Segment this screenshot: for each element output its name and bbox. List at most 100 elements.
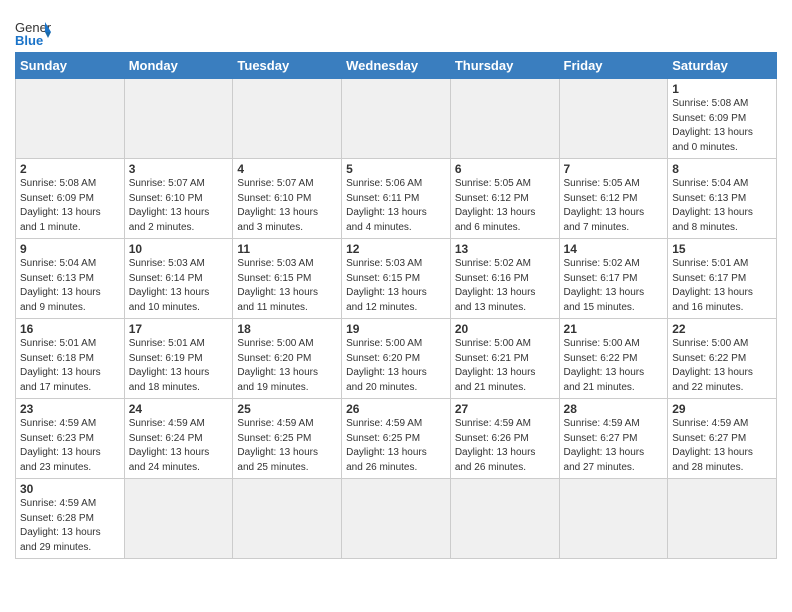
day-sun-info: Sunrise: 5:05 AM Sunset: 6:12 PM Dayligh… xyxy=(455,177,555,235)
day-number: 26 xyxy=(346,402,446,416)
calendar-cell: 21Sunrise: 5:00 AM Sunset: 6:22 PM Dayli… xyxy=(559,319,668,399)
day-of-week-header: Tuesday xyxy=(233,53,342,79)
calendar-cell: 26Sunrise: 4:59 AM Sunset: 6:25 PM Dayli… xyxy=(342,399,451,479)
calendar-week-row: 16Sunrise: 5:01 AM Sunset: 6:18 PM Dayli… xyxy=(16,319,777,399)
day-sun-info: Sunrise: 5:08 AM Sunset: 6:09 PM Dayligh… xyxy=(20,177,120,235)
calendar-cell xyxy=(559,79,668,159)
calendar-cell xyxy=(233,79,342,159)
day-number: 15 xyxy=(672,242,772,256)
calendar-cell: 7Sunrise: 5:05 AM Sunset: 6:12 PM Daylig… xyxy=(559,159,668,239)
day-number: 27 xyxy=(455,402,555,416)
day-of-week-header: Sunday xyxy=(16,53,125,79)
logo: General Blue xyxy=(15,18,51,46)
day-number: 28 xyxy=(564,402,664,416)
day-sun-info: Sunrise: 5:03 AM Sunset: 6:14 PM Dayligh… xyxy=(129,257,229,315)
calendar-cell: 11Sunrise: 5:03 AM Sunset: 6:15 PM Dayli… xyxy=(233,239,342,319)
calendar-table: SundayMondayTuesdayWednesdayThursdayFrid… xyxy=(15,52,777,559)
day-number: 11 xyxy=(237,242,337,256)
calendar-week-row: 1Sunrise: 5:08 AM Sunset: 6:09 PM Daylig… xyxy=(16,79,777,159)
day-sun-info: Sunrise: 5:01 AM Sunset: 6:18 PM Dayligh… xyxy=(20,337,120,395)
calendar-cell: 12Sunrise: 5:03 AM Sunset: 6:15 PM Dayli… xyxy=(342,239,451,319)
calendar-cell xyxy=(124,479,233,559)
day-number: 14 xyxy=(564,242,664,256)
day-number: 16 xyxy=(20,322,120,336)
calendar-cell: 23Sunrise: 4:59 AM Sunset: 6:23 PM Dayli… xyxy=(16,399,125,479)
calendar-week-row: 2Sunrise: 5:08 AM Sunset: 6:09 PM Daylig… xyxy=(16,159,777,239)
day-sun-info: Sunrise: 5:00 AM Sunset: 6:20 PM Dayligh… xyxy=(346,337,446,395)
day-number: 2 xyxy=(20,162,120,176)
day-sun-info: Sunrise: 4:59 AM Sunset: 6:24 PM Dayligh… xyxy=(129,417,229,475)
calendar-cell: 16Sunrise: 5:01 AM Sunset: 6:18 PM Dayli… xyxy=(16,319,125,399)
calendar-cell: 24Sunrise: 4:59 AM Sunset: 6:24 PM Dayli… xyxy=(124,399,233,479)
day-number: 30 xyxy=(20,482,120,496)
day-sun-info: Sunrise: 4:59 AM Sunset: 6:28 PM Dayligh… xyxy=(20,497,120,555)
day-sun-info: Sunrise: 5:00 AM Sunset: 6:22 PM Dayligh… xyxy=(672,337,772,395)
calendar-week-row: 9Sunrise: 5:04 AM Sunset: 6:13 PM Daylig… xyxy=(16,239,777,319)
page-header: General Blue xyxy=(15,10,777,46)
calendar-cell: 25Sunrise: 4:59 AM Sunset: 6:25 PM Dayli… xyxy=(233,399,342,479)
day-sun-info: Sunrise: 5:07 AM Sunset: 6:10 PM Dayligh… xyxy=(129,177,229,235)
day-number: 3 xyxy=(129,162,229,176)
calendar-cell xyxy=(559,479,668,559)
calendar-cell: 22Sunrise: 5:00 AM Sunset: 6:22 PM Dayli… xyxy=(668,319,777,399)
day-number: 18 xyxy=(237,322,337,336)
calendar-cell xyxy=(16,79,125,159)
day-of-week-header: Wednesday xyxy=(342,53,451,79)
day-number: 19 xyxy=(346,322,446,336)
calendar-cell: 20Sunrise: 5:00 AM Sunset: 6:21 PM Dayli… xyxy=(450,319,559,399)
calendar-cell: 2Sunrise: 5:08 AM Sunset: 6:09 PM Daylig… xyxy=(16,159,125,239)
calendar-cell: 9Sunrise: 5:04 AM Sunset: 6:13 PM Daylig… xyxy=(16,239,125,319)
day-of-week-header: Monday xyxy=(124,53,233,79)
calendar-cell xyxy=(124,79,233,159)
day-sun-info: Sunrise: 5:04 AM Sunset: 6:13 PM Dayligh… xyxy=(20,257,120,315)
day-of-week-header: Friday xyxy=(559,53,668,79)
day-sun-info: Sunrise: 5:01 AM Sunset: 6:19 PM Dayligh… xyxy=(129,337,229,395)
day-sun-info: Sunrise: 4:59 AM Sunset: 6:25 PM Dayligh… xyxy=(346,417,446,475)
calendar-cell: 27Sunrise: 4:59 AM Sunset: 6:26 PM Dayli… xyxy=(450,399,559,479)
day-of-week-header: Thursday xyxy=(450,53,559,79)
day-number: 7 xyxy=(564,162,664,176)
calendar-cell xyxy=(233,479,342,559)
svg-text:Blue: Blue xyxy=(15,33,43,46)
calendar-cell: 15Sunrise: 5:01 AM Sunset: 6:17 PM Dayli… xyxy=(668,239,777,319)
calendar-cell: 14Sunrise: 5:02 AM Sunset: 6:17 PM Dayli… xyxy=(559,239,668,319)
day-number: 12 xyxy=(346,242,446,256)
day-sun-info: Sunrise: 4:59 AM Sunset: 6:26 PM Dayligh… xyxy=(455,417,555,475)
day-number: 23 xyxy=(20,402,120,416)
calendar-cell xyxy=(450,479,559,559)
day-sun-info: Sunrise: 5:02 AM Sunset: 6:17 PM Dayligh… xyxy=(564,257,664,315)
day-sun-info: Sunrise: 5:04 AM Sunset: 6:13 PM Dayligh… xyxy=(672,177,772,235)
day-number: 22 xyxy=(672,322,772,336)
day-number: 1 xyxy=(672,82,772,96)
day-number: 29 xyxy=(672,402,772,416)
day-number: 21 xyxy=(564,322,664,336)
day-sun-info: Sunrise: 5:07 AM Sunset: 6:10 PM Dayligh… xyxy=(237,177,337,235)
header-row: SundayMondayTuesdayWednesdayThursdayFrid… xyxy=(16,53,777,79)
day-sun-info: Sunrise: 4:59 AM Sunset: 6:25 PM Dayligh… xyxy=(237,417,337,475)
calendar-cell xyxy=(450,79,559,159)
day-number: 24 xyxy=(129,402,229,416)
calendar-cell: 10Sunrise: 5:03 AM Sunset: 6:14 PM Dayli… xyxy=(124,239,233,319)
day-of-week-header: Saturday xyxy=(668,53,777,79)
day-sun-info: Sunrise: 4:59 AM Sunset: 6:27 PM Dayligh… xyxy=(672,417,772,475)
day-number: 25 xyxy=(237,402,337,416)
day-sun-info: Sunrise: 5:00 AM Sunset: 6:20 PM Dayligh… xyxy=(237,337,337,395)
day-number: 8 xyxy=(672,162,772,176)
day-number: 20 xyxy=(455,322,555,336)
calendar-cell: 6Sunrise: 5:05 AM Sunset: 6:12 PM Daylig… xyxy=(450,159,559,239)
day-sun-info: Sunrise: 5:05 AM Sunset: 6:12 PM Dayligh… xyxy=(564,177,664,235)
day-sun-info: Sunrise: 5:01 AM Sunset: 6:17 PM Dayligh… xyxy=(672,257,772,315)
day-number: 9 xyxy=(20,242,120,256)
day-number: 10 xyxy=(129,242,229,256)
calendar-cell xyxy=(668,479,777,559)
calendar-cell: 4Sunrise: 5:07 AM Sunset: 6:10 PM Daylig… xyxy=(233,159,342,239)
calendar-cell: 8Sunrise: 5:04 AM Sunset: 6:13 PM Daylig… xyxy=(668,159,777,239)
calendar-cell: 19Sunrise: 5:00 AM Sunset: 6:20 PM Dayli… xyxy=(342,319,451,399)
calendar-cell: 1Sunrise: 5:08 AM Sunset: 6:09 PM Daylig… xyxy=(668,79,777,159)
calendar-cell: 3Sunrise: 5:07 AM Sunset: 6:10 PM Daylig… xyxy=(124,159,233,239)
day-sun-info: Sunrise: 5:00 AM Sunset: 6:22 PM Dayligh… xyxy=(564,337,664,395)
calendar-cell: 29Sunrise: 4:59 AM Sunset: 6:27 PM Dayli… xyxy=(668,399,777,479)
calendar-cell: 18Sunrise: 5:00 AM Sunset: 6:20 PM Dayli… xyxy=(233,319,342,399)
calendar-cell xyxy=(342,479,451,559)
day-sun-info: Sunrise: 4:59 AM Sunset: 6:27 PM Dayligh… xyxy=(564,417,664,475)
